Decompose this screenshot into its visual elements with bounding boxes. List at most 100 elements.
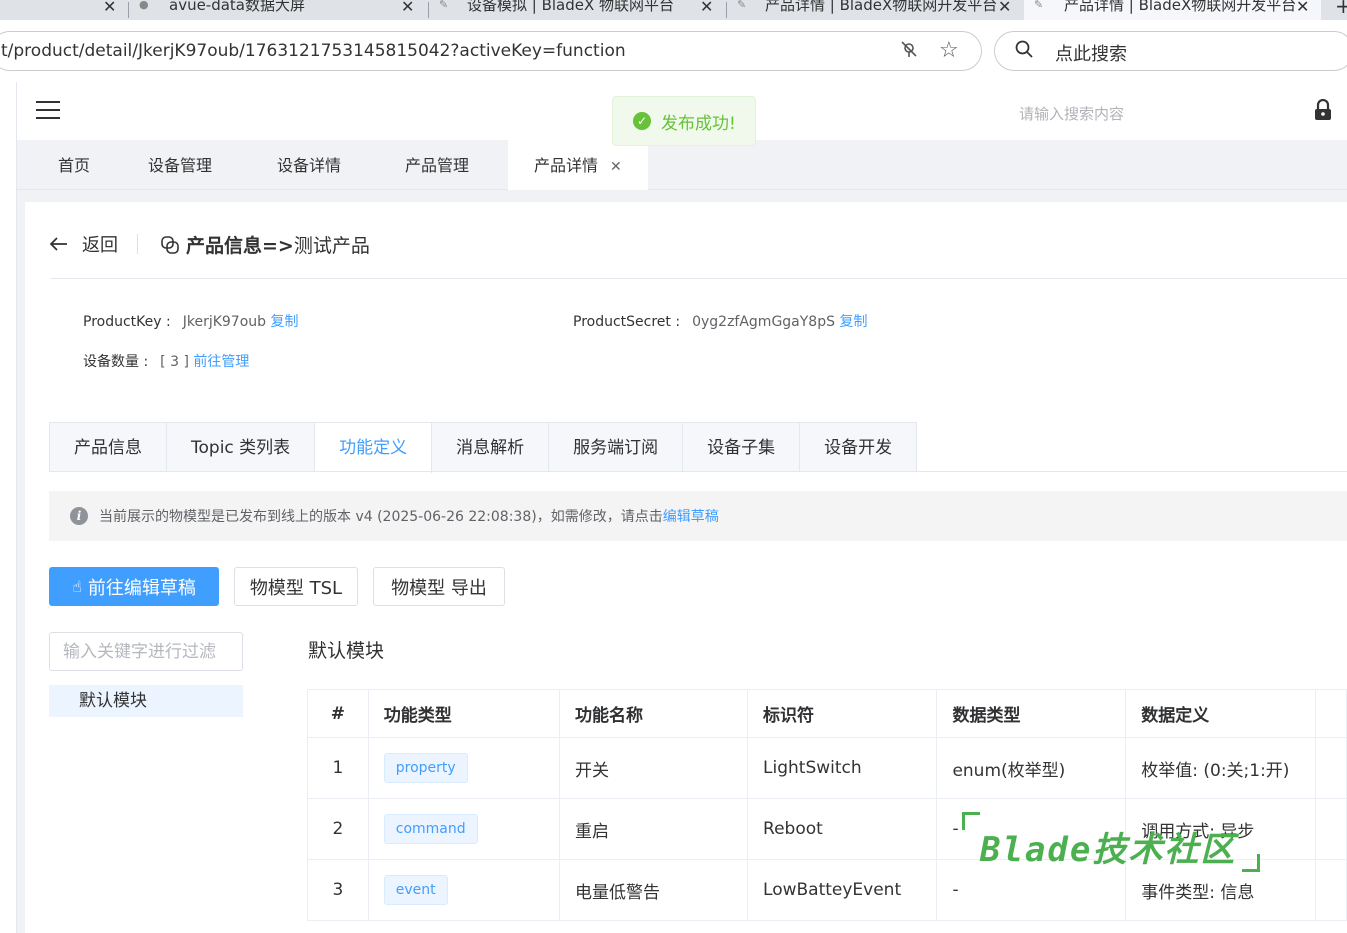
- tsl-button[interactable]: 物模型 TSL: [234, 567, 358, 606]
- lock-icon[interactable]: [1313, 99, 1333, 121]
- cell-index: 3: [307, 859, 369, 921]
- tab-message-parsing[interactable]: 消息解析: [432, 423, 550, 472]
- edit-draft-button[interactable]: ☝ 前往编辑草稿: [49, 567, 219, 606]
- search-placeholder: 点此搜索: [1055, 44, 1127, 65]
- route-tab-product-management[interactable]: 产品管理: [405, 140, 469, 190]
- success-toast: ✓ 发布成功!: [612, 96, 756, 146]
- tree-node-label: 默认模块: [79, 691, 147, 711]
- pointer-hand-icon: ☝: [72, 577, 82, 596]
- divider: [137, 234, 138, 254]
- page-title-bold: 产品信息=>: [186, 235, 294, 257]
- module-title: 默认模块: [308, 640, 385, 662]
- route-tab-product-detail[interactable]: 产品详情 ✕: [508, 140, 648, 190]
- tab-label: 设备开发: [824, 438, 893, 458]
- url-text[interactable]: t/product/detail/JkerjK97oub/17631217531…: [1, 41, 626, 61]
- cell-name: 重启: [558, 798, 749, 860]
- cell-overflow: [1314, 737, 1347, 799]
- close-tab-icon[interactable]: ✕: [103, 0, 116, 16]
- tab-label: 功能定义: [339, 438, 408, 458]
- product-secret-row: ProductSecret : 0yg2zfAgmGgaY8pS 复制: [573, 311, 867, 331]
- back-label: 返回: [82, 235, 118, 256]
- check-circle-icon: ✓: [633, 112, 651, 130]
- browser-tab[interactable]: ✎ 设备模拟 | BladeX 物联网平台 ✕: [429, 0, 725, 20]
- browser-tab[interactable]: ● avue-data数据大屏 ✕: [129, 0, 426, 20]
- cell-overflow: [1314, 798, 1347, 860]
- product-key-label: ProductKey :: [83, 314, 171, 330]
- tab-title: 产品详情 | BladeX物联网开发平台: [765, 0, 998, 14]
- product-key-row: ProductKey : JkerjK97oub 复制: [83, 311, 299, 331]
- close-tab-icon[interactable]: ✕: [401, 0, 414, 16]
- tab-product-info[interactable]: 产品信息: [50, 423, 167, 472]
- new-tab-icon[interactable]: +: [1335, 0, 1347, 18]
- column-header: 数据定义: [1125, 689, 1316, 738]
- route-tab-device-detail[interactable]: 设备详情: [277, 140, 341, 190]
- browser-search-box[interactable]: 点此搜索: [994, 31, 1347, 71]
- close-icon[interactable]: ✕: [610, 159, 622, 175]
- tab-function-definition[interactable]: 功能定义: [315, 423, 433, 473]
- table-row[interactable]: 1 property 开关 LightSwitch enum(枚举型) 枚举值:…: [307, 737, 1347, 799]
- column-header: 功能名称: [558, 689, 749, 738]
- route-tab-label: 设备详情: [277, 156, 342, 175]
- info-icon: i: [70, 507, 88, 525]
- arrow-left-icon: [49, 232, 70, 256]
- tab-server-subscription[interactable]: 服务端订阅: [549, 423, 684, 472]
- header-search-input[interactable]: 请输入搜索内容: [1019, 103, 1124, 124]
- route-tab-home[interactable]: 首页: [58, 140, 90, 190]
- tab-device-subset[interactable]: 设备子集: [683, 423, 801, 472]
- manage-devices-link[interactable]: 前往管理: [193, 354, 249, 370]
- tab-label: 消息解析: [456, 438, 525, 458]
- copy-key-link[interactable]: 复制: [271, 314, 299, 330]
- copy-secret-link[interactable]: 复制: [839, 314, 867, 330]
- edit-draft-link[interactable]: 编辑草稿: [663, 506, 719, 526]
- tracking-prevention-icon[interactable]: [900, 40, 918, 63]
- feather-icon: ✎: [737, 0, 747, 11]
- tabs-baseline: [49, 471, 1347, 472]
- tab-title: 设备模拟 | BladeX 物联网平台: [467, 0, 675, 14]
- browser-tabstrip: ✕ ● avue-data数据大屏 ✕ ✎ 设备模拟 | BladeX 物联网平…: [0, 0, 1347, 20]
- feather-icon: ✎: [1034, 0, 1044, 11]
- export-button[interactable]: 物模型 导出: [373, 567, 505, 606]
- address-bar-row: t/product/detail/JkerjK97oub/17631217531…: [0, 20, 1347, 82]
- close-tab-icon[interactable]: ✕: [998, 0, 1011, 16]
- tab-label: 产品信息: [74, 438, 142, 458]
- watermark-logo: Blade技术社区: [962, 812, 1262, 872]
- route-tab-label: 设备管理: [148, 156, 213, 175]
- favorite-star-icon[interactable]: ☆: [939, 38, 959, 63]
- route-tab-label: 产品管理: [405, 156, 470, 175]
- tab-device-development[interactable]: 设备开发: [800, 423, 917, 472]
- version-alert: i 当前展示的物模型是已发布到线上的版本 v4 (2025-06-26 22:0…: [49, 491, 1347, 541]
- menu-toggle-icon[interactable]: [36, 101, 60, 119]
- toast-message: 发布成功!: [661, 113, 736, 134]
- watermark-corner: [962, 812, 980, 830]
- type-tag: event: [383, 875, 448, 905]
- product-secret-value: 0yg2zfAgmGgaY8pS: [692, 314, 835, 330]
- cell-data-type: enum(枚举型): [936, 737, 1127, 799]
- product-tabs: 产品信息 Topic 类列表 功能定义 消息解析 服务端订阅 设备子集 设备开发: [49, 422, 918, 473]
- filter-field[interactable]: [49, 632, 243, 671]
- browser-tab[interactable]: ✎ 产品详情 | BladeX物联网开发平台 ✕: [727, 0, 1023, 20]
- watermark-corner: [1242, 854, 1260, 872]
- route-tab-device-management[interactable]: 设备管理: [148, 140, 212, 190]
- url-field[interactable]: t/product/detail/JkerjK97oub/17631217531…: [0, 31, 982, 71]
- function-table: # 功能类型 功能名称 标识符 数据类型 数据定义 1 property 开关 …: [307, 689, 1347, 921]
- column-header: 标识符: [747, 689, 938, 738]
- close-tab-icon[interactable]: ✕: [1296, 0, 1309, 16]
- search-icon: [1015, 40, 1033, 58]
- tab-title: avue-data数据大屏: [169, 0, 306, 14]
- filter-input[interactable]: [50, 633, 242, 670]
- browser-tab-active[interactable]: ✎ 产品详情 | BladeX物联网开发平台 ✕: [1024, 0, 1321, 20]
- alert-text: 当前展示的物模型是已发布到线上的版本 v4 (2025-06-26 22:08:…: [99, 509, 663, 525]
- cell-overflow: [1314, 859, 1347, 921]
- cell-index: 2: [307, 798, 369, 860]
- tab-title: 产品详情 | BladeX物联网开发平台: [1064, 0, 1297, 14]
- product-icon: [161, 235, 179, 254]
- button-label: 物模型 TSL: [249, 577, 343, 599]
- tree-node-default-module[interactable]: 默认模块: [49, 685, 243, 717]
- tab-topic-list[interactable]: Topic 类列表: [167, 423, 316, 472]
- button-label: 前往编辑草稿: [87, 577, 196, 599]
- leaf-icon: ●: [139, 0, 149, 11]
- cell-identifier: LightSwitch: [747, 737, 938, 799]
- back-button[interactable]: 返回: [49, 231, 118, 257]
- close-tab-icon[interactable]: ✕: [700, 0, 713, 16]
- column-header: #: [307, 689, 369, 738]
